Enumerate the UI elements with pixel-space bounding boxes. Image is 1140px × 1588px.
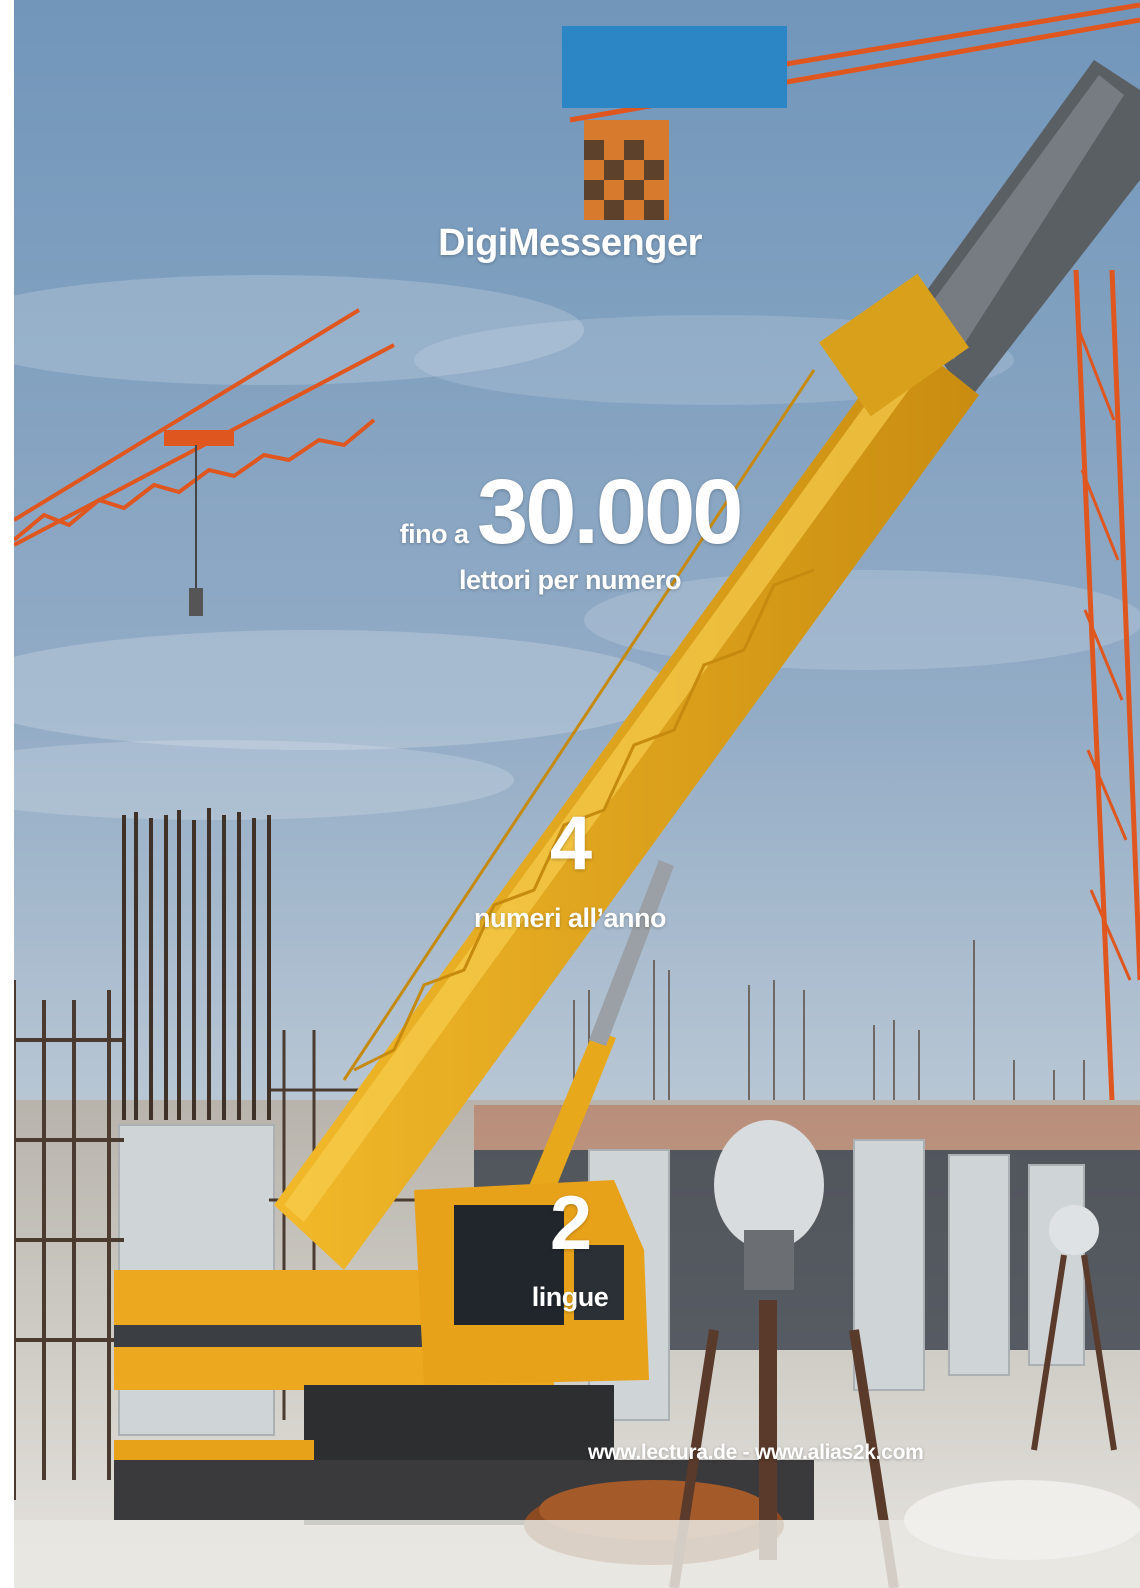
issues-value: 4 [549, 801, 592, 886]
readers-value: 30.000 [477, 461, 743, 563]
languages-label: lingue [531, 1282, 609, 1312]
readers-label: lettori per numero [458, 565, 682, 595]
readers-stat: fino a 30.000 [0, 460, 1140, 565]
issues-label: numeri all’anno [473, 903, 667, 933]
poster-page: DigiMessenger fino a 30.000 lettori per … [0, 0, 1140, 1588]
readers-prefix: fino a [399, 519, 470, 549]
brand-name: DigiMessenger [438, 222, 702, 264]
languages-value: 2 [549, 1181, 592, 1266]
footer-website-links: www.lectura.de - www.alias2k.com [588, 1441, 924, 1464]
